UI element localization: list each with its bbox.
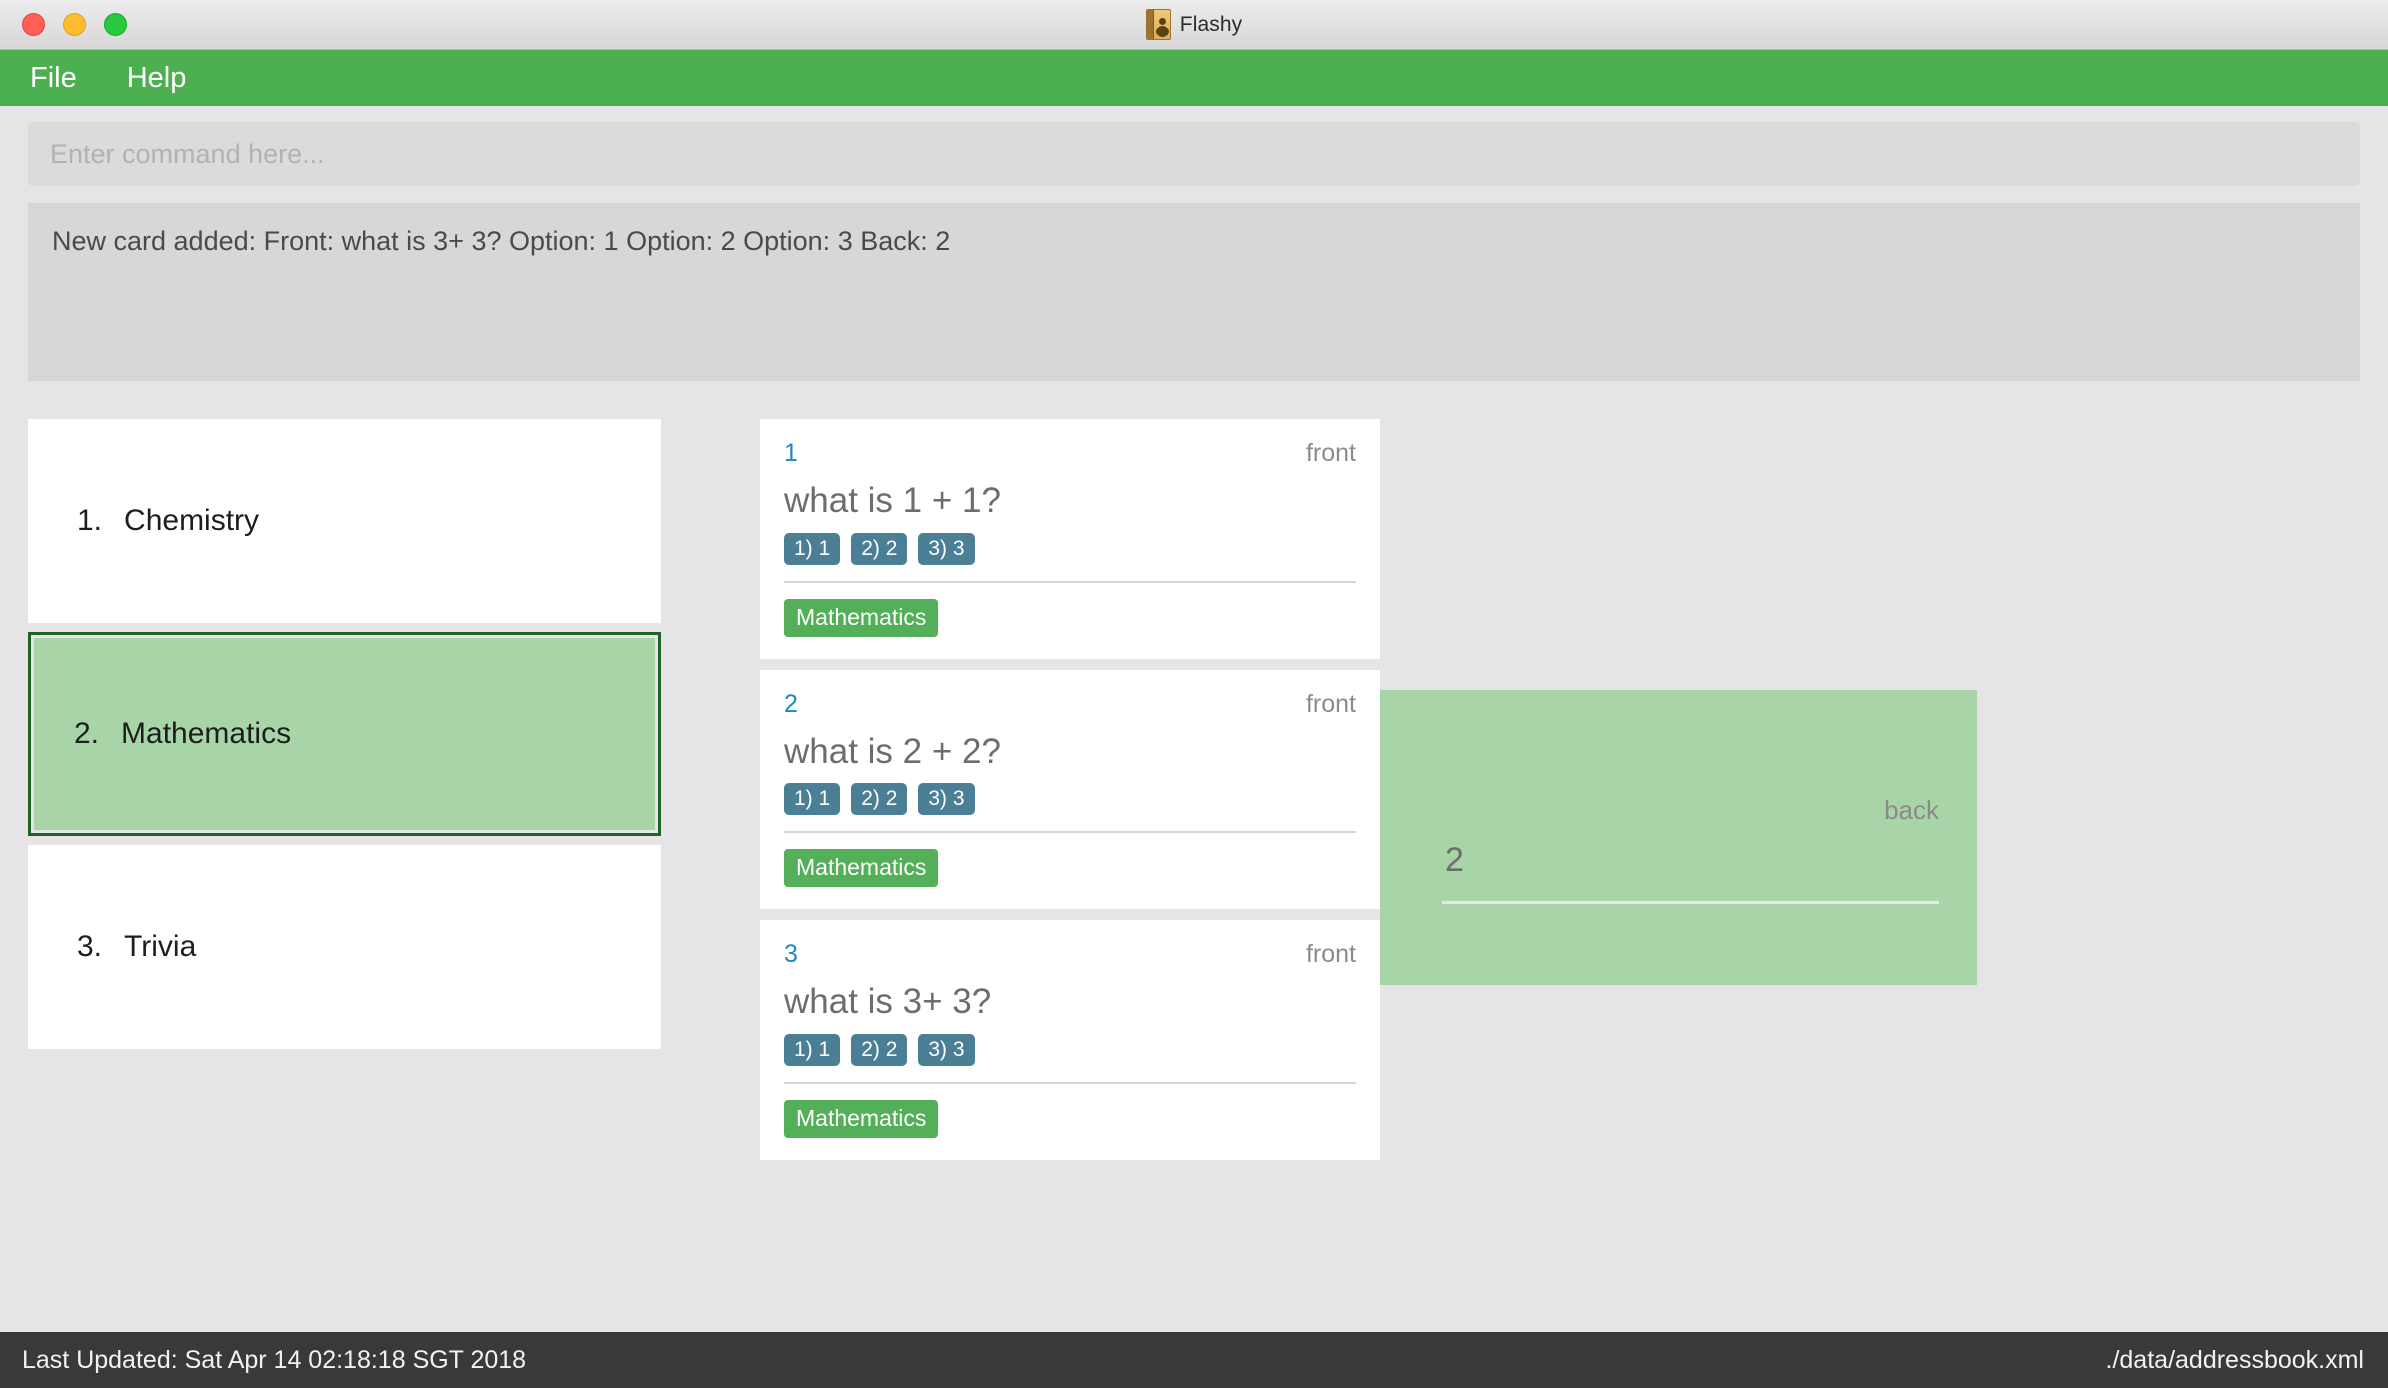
address-book-icon — [1145, 9, 1171, 40]
flashcard-options: 1) 1 2) 2 3) 3 — [784, 783, 1356, 815]
flashcard-side-label: front — [1305, 940, 1356, 968]
flashcard-divider — [784, 1081, 1356, 1084]
main-content: 1. Chemistry 2. Mathematics 3. Trivia 1 … — [0, 381, 2388, 1332]
flashcard-options: 1) 1 2) 2 3) 3 — [784, 1033, 1356, 1066]
command-box-container — [0, 106, 2388, 186]
flashcard-option: 1) 1 — [784, 1033, 841, 1066]
flashcard-divider — [784, 580, 1356, 583]
deck-list-panel: 1. Chemistry 2. Mathematics 3. Trivia — [28, 419, 661, 1058]
back-panel-area: back 2 — [1380, 419, 2360, 1332]
flashcard-question: what is 3+ 3? — [784, 982, 992, 1021]
close-window-button[interactable] — [22, 13, 45, 36]
flashcard-tag: Mathematics — [784, 849, 939, 887]
flashcard-tag: Mathematics — [784, 1099, 939, 1138]
flashcard-option: 2) 2 — [851, 1033, 908, 1066]
flashcard-question: what is 1 + 1? — [784, 481, 1001, 520]
status-bar: Last Updated: Sat Apr 14 02:18:18 SGT 20… — [0, 1332, 2388, 1388]
flashcard-options: 1) 1 2) 2 3) 3 — [784, 532, 1356, 565]
flashcard-header: 2 front — [784, 690, 1356, 719]
menu-item-file[interactable]: File — [30, 63, 77, 93]
deck-list-item-mathematics[interactable]: 2. Mathematics — [28, 632, 661, 836]
last-updated-status: Last Updated: Sat Apr 14 02:18:18 SGT 20… — [22, 1345, 527, 1374]
deck-name: Mathematics — [121, 717, 292, 750]
deck-name: Chemistry — [124, 504, 260, 537]
flashcard-tag: Mathematics — [784, 598, 939, 637]
flashcard-header: 1 front — [784, 439, 1356, 468]
window-title: Flashy — [1179, 12, 1243, 36]
window-controls — [0, 13, 127, 36]
flashcard-option: 1) 1 — [784, 532, 841, 565]
flashcard-index: 1 — [784, 439, 798, 467]
back-answer-value: 2 — [1445, 841, 1464, 879]
back-divider — [1442, 901, 1939, 904]
flashcard-question: what is 2 + 2? — [784, 731, 1001, 771]
deck-name: Trivia — [124, 930, 197, 963]
flashcard-back-panel[interactable]: back 2 — [1380, 690, 1977, 985]
minimize-window-button[interactable] — [63, 13, 86, 36]
maximize-window-button[interactable] — [104, 13, 127, 36]
flashcard-option: 3) 3 — [918, 532, 975, 565]
flashcard-item[interactable]: 2 front what is 2 + 2? 1) 1 2) 2 3) 3 Ma… — [760, 669, 1380, 909]
result-display-container: New card added: Front: what is 3+ 3? Opt… — [0, 186, 2388, 381]
flashcard-option: 1) 1 — [784, 783, 841, 815]
flashcard-side-label: front — [1305, 689, 1356, 718]
menu-item-help[interactable]: Help — [127, 63, 187, 93]
app-window: Flashy File Help New card added: Front: … — [0, 0, 2388, 1388]
flashcard-side-label: front — [1305, 439, 1356, 467]
flashcard-divider — [784, 831, 1356, 833]
flashcard-item[interactable]: 3 front what is 3+ 3? 1) 1 2) 2 3) 3 Mat… — [760, 920, 1380, 1160]
command-input[interactable] — [28, 122, 2360, 186]
deck-index: 1. — [77, 504, 103, 537]
flashcard-option: 3) 3 — [918, 1033, 975, 1066]
flashcard-index: 2 — [784, 689, 798, 718]
deck-index: 2. — [74, 717, 100, 750]
flashcard-header: 3 front — [784, 940, 1356, 969]
back-side-label: back — [1884, 795, 1939, 825]
title-bar: Flashy — [0, 0, 2388, 50]
flashcard-index: 3 — [784, 940, 798, 968]
deck-index: 3. — [77, 930, 103, 963]
flashcard-option: 2) 2 — [851, 532, 908, 565]
flashcard-option: 3) 3 — [918, 783, 975, 815]
file-path-status: ./data/addressbook.xml — [2105, 1345, 2364, 1374]
flashcard-item[interactable]: 1 front what is 1 + 1? 1) 1 2) 2 3) 3 Ma… — [760, 419, 1380, 659]
deck-list-item-chemistry[interactable]: 1. Chemistry — [28, 419, 661, 623]
result-display: New card added: Front: what is 3+ 3? Opt… — [28, 203, 2360, 381]
window-title-group: Flashy — [0, 0, 2388, 49]
flashcard-option: 2) 2 — [851, 783, 908, 815]
menu-bar: File Help — [0, 50, 2388, 106]
flashcard-list-panel: 1 front what is 1 + 1? 1) 1 2) 2 3) 3 Ma… — [760, 419, 1380, 1171]
deck-list-item-trivia[interactable]: 3. Trivia — [28, 845, 661, 1049]
